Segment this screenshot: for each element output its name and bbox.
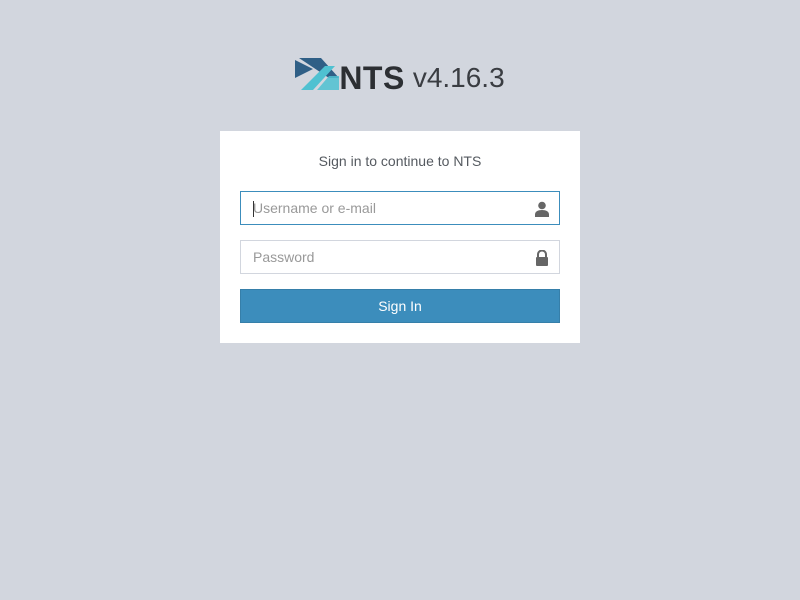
login-page: NTS v4.16.3 Sign in to continue to NTS S… [0,0,800,600]
sign-in-button[interactable]: Sign In [240,289,560,323]
app-logo: NTS v4.16.3 [0,56,800,100]
password-input[interactable] [241,241,523,273]
password-field[interactable] [240,240,560,274]
login-message: Sign in to continue to NTS [318,153,482,169]
lock-icon [536,250,548,266]
text-caret [253,201,254,217]
nts-logo-icon [295,58,340,90]
login-box: Sign in to continue to NTS Sign In [220,131,580,343]
app-version: v4.16.3 [412,62,505,93]
user-icon [535,201,549,217]
username-field[interactable] [240,191,560,225]
brand-name: NTS [339,59,405,96]
username-input[interactable] [241,192,523,224]
